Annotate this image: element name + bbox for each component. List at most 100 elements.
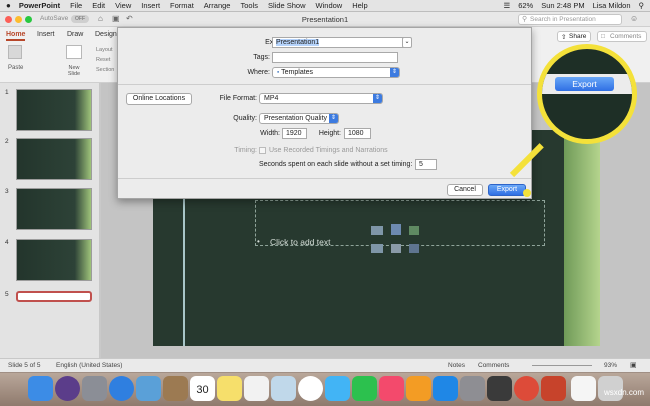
insert-smartart-icon[interactable] <box>409 226 419 235</box>
tags-input[interactable] <box>272 52 398 63</box>
spotlight-icon[interactable]: ⚲ <box>639 1 645 10</box>
comment-icon: □ <box>601 33 605 40</box>
app-store-icon[interactable] <box>433 376 458 401</box>
powerpoint-icon[interactable] <box>541 376 566 401</box>
notes-button[interactable]: Notes <box>448 362 465 369</box>
comments-status-button[interactable]: Comments <box>478 362 509 369</box>
quality-label: Quality: <box>233 115 257 122</box>
slide-thumbnail-5[interactable] <box>16 291 92 302</box>
apple-icon[interactable]: ● <box>6 1 11 10</box>
insert-chart-icon[interactable] <box>391 224 401 235</box>
expand-chevron-icon[interactable]: ⌄ <box>402 37 412 48</box>
layout-button[interactable]: Layout <box>96 47 113 53</box>
tab-insert[interactable]: Insert <box>37 31 55 38</box>
battery-percent[interactable]: 62% <box>518 1 533 10</box>
finder-icon[interactable] <box>28 376 53 401</box>
maps-icon[interactable] <box>271 376 296 401</box>
quality-select[interactable]: Presentation Quality ⇕ <box>259 113 339 124</box>
user-name[interactable]: Lisa Mildon <box>593 1 631 10</box>
fit-slide-icon[interactable]: ▣ <box>630 361 637 369</box>
mail-icon[interactable] <box>136 376 161 401</box>
close-window-button[interactable] <box>5 16 12 23</box>
safari-icon[interactable] <box>109 376 134 401</box>
watermark: wsxdn.com <box>603 388 644 397</box>
cancel-button[interactable]: Cancel <box>447 184 483 196</box>
menu-view[interactable]: View <box>115 1 131 10</box>
menu-file[interactable]: File <box>70 1 82 10</box>
window-title: Presentation1 <box>301 15 349 24</box>
seconds-input[interactable]: 5 <box>415 159 437 170</box>
calendar-icon[interactable]: 30 <box>190 376 215 401</box>
tab-draw[interactable]: Draw <box>67 31 83 38</box>
export-as-input[interactable]: Presentation1 <box>272 37 406 48</box>
tab-design[interactable]: Design <box>95 31 117 38</box>
seconds-label: Seconds spent on each slide without a se… <box>259 161 413 168</box>
reminders-icon[interactable] <box>244 376 269 401</box>
menu-window[interactable]: Window <box>316 1 343 10</box>
slide-thumbnail-4[interactable] <box>16 239 92 281</box>
paste-icon[interactable] <box>8 45 22 59</box>
placeholder-text[interactable]: Click to add text <box>270 237 330 247</box>
save-icon[interactable]: ▣ <box>112 14 120 23</box>
insert-shape-icon[interactable] <box>391 244 401 253</box>
system-preferences-icon[interactable] <box>460 376 485 401</box>
minimize-window-button[interactable] <box>15 16 22 23</box>
zoom-level[interactable]: 93% <box>604 362 617 369</box>
comments-button[interactable]: □ Comments <box>597 31 647 42</box>
window-titlebar: AutoSave OFF ⌂ ▣ ↶ Presentation1 ⚲ Searc… <box>0 12 650 27</box>
height-input[interactable]: 1080 <box>344 128 371 139</box>
zoom-window-button[interactable] <box>25 16 32 23</box>
chrome-icon[interactable] <box>514 376 539 401</box>
insert-table-icon[interactable] <box>371 226 383 235</box>
online-locations-button[interactable]: Online Locations <box>126 93 192 105</box>
wifi-icon[interactable]: ☰ <box>503 1 510 10</box>
menu-format[interactable]: Format <box>170 1 194 10</box>
menu-app-name[interactable]: PowerPoint <box>19 1 60 10</box>
recorded-timings-checkbox[interactable] <box>259 147 266 154</box>
reset-button[interactable]: Reset <box>96 57 110 63</box>
search-box[interactable]: ⚲ Search in Presentation <box>518 14 622 25</box>
insert-video-icon[interactable] <box>409 244 419 253</box>
photos-icon[interactable] <box>298 376 323 401</box>
new-slide-icon[interactable] <box>66 45 82 59</box>
slide-thumbnail-3[interactable] <box>16 188 92 230</box>
messages-icon[interactable] <box>325 376 350 401</box>
account-icon[interactable]: ☺ <box>630 14 638 23</box>
export-button[interactable]: Export <box>488 184 526 196</box>
ibooks-icon[interactable] <box>406 376 431 401</box>
menu-slide-show[interactable]: Slide Show <box>268 1 306 10</box>
launchpad-icon[interactable] <box>82 376 107 401</box>
where-select[interactable]: ▪ Templates ⇕ <box>272 67 400 78</box>
width-input[interactable]: 1920 <box>282 128 307 139</box>
share-button[interactable]: ⇧ Share <box>557 31 591 42</box>
menu-tools[interactable]: Tools <box>240 1 258 10</box>
home-icon[interactable]: ⌂ <box>98 14 103 23</box>
tab-home[interactable]: Home <box>6 31 26 41</box>
export-dialog: Export As: Presentation1 ⌄ Tags: Where: … <box>117 27 532 199</box>
file-format-label: File Format: <box>219 95 257 102</box>
contacts-icon[interactable] <box>163 376 188 401</box>
zoom-slider[interactable] <box>532 365 592 366</box>
slide-thumbnail-2[interactable] <box>16 138 92 180</box>
siri-icon[interactable] <box>55 376 80 401</box>
menu-edit[interactable]: Edit <box>92 1 105 10</box>
width-label: Width: <box>260 130 280 137</box>
autosave-toggle[interactable]: OFF <box>71 15 89 23</box>
magnified-export-button[interactable]: Export <box>555 77 614 91</box>
magnifier-pointer <box>523 189 531 197</box>
facetime-icon[interactable] <box>352 376 377 401</box>
clock[interactable]: Sun 2:48 PM <box>541 1 584 10</box>
downloads-icon[interactable] <box>571 376 596 401</box>
menu-arrange[interactable]: Arrange <box>204 1 231 10</box>
menu-insert[interactable]: Insert <box>141 1 160 10</box>
file-format-select[interactable]: MP4 ⇕ <box>259 93 383 104</box>
menu-help[interactable]: Help <box>352 1 367 10</box>
section-button[interactable]: Section <box>96 67 114 73</box>
itunes-icon[interactable] <box>379 376 404 401</box>
notes-app-icon[interactable] <box>217 376 242 401</box>
language[interactable]: English (United States) <box>56 362 122 369</box>
slide-thumbnail-1[interactable] <box>16 89 92 131</box>
terminal-icon[interactable] <box>487 376 512 401</box>
insert-picture-icon[interactable] <box>371 244 383 253</box>
undo-icon[interactable]: ↶ <box>126 14 133 23</box>
